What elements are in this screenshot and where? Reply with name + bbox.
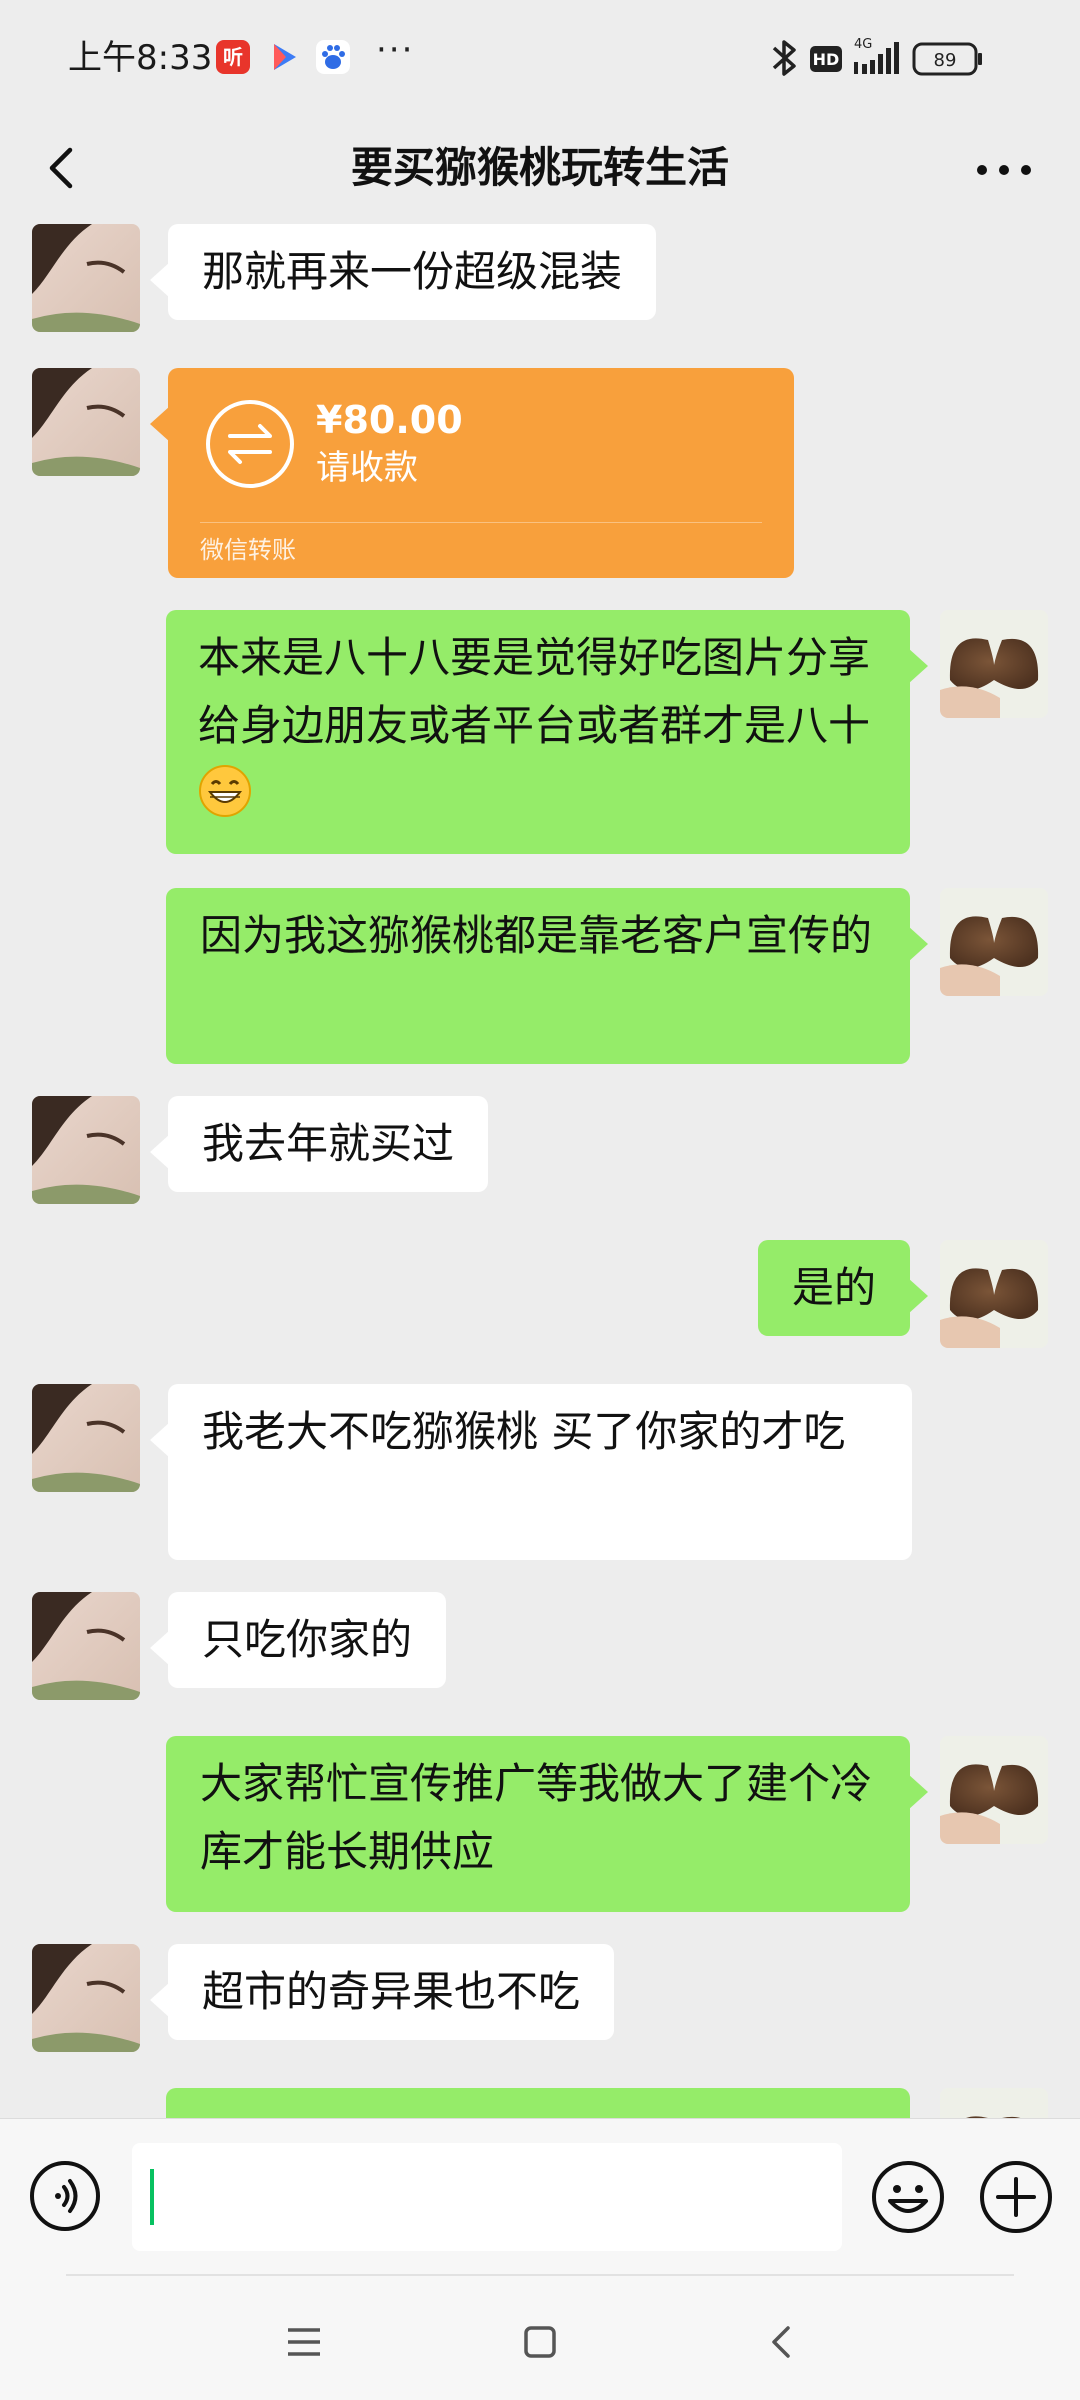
text-caret — [150, 2169, 154, 2225]
message-bubble[interactable]: 因为我这猕猴桃都是靠老客户宣传的 — [166, 888, 928, 1064]
voice-icon[interactable] — [28, 2159, 102, 2233]
contact-avatar[interactable] — [32, 1592, 140, 1700]
bluetooth-icon — [772, 40, 796, 76]
back-nav-icon[interactable] — [752, 2312, 812, 2372]
input-bar — [0, 2118, 1080, 2274]
self-avatar[interactable] — [940, 610, 1048, 718]
nav-divider — [66, 2274, 1014, 2276]
message-bubble[interactable]: 超市的奇异果也不吃 — [149, 1944, 615, 2040]
transfer-divider — [200, 522, 762, 523]
grinning-face-emoji — [199, 765, 251, 817]
self-avatar[interactable] — [940, 888, 1048, 996]
battery-icon: 89 — [912, 42, 982, 76]
transfer-footer: 微信转账 — [200, 536, 296, 564]
transfer-amount: ¥80.00 — [316, 398, 463, 442]
svg-text:89: 89 — [934, 50, 957, 71]
more-icon[interactable] — [964, 132, 1044, 204]
transfer-card[interactable]: ¥80.00 请收款 微信转账 — [150, 368, 794, 578]
status-icons: HD 4G 89 — [772, 37, 982, 76]
self-avatar[interactable] — [940, 2088, 1048, 2118]
title-bar: 要买猕猴桃玩转生活 — [0, 118, 1080, 218]
message-bubble[interactable]: 大家帮忙宣传推广等我做大了建个冷库才能长期供应 — [166, 1736, 928, 1912]
contact-avatar[interactable] — [32, 224, 140, 332]
contact-avatar[interactable] — [32, 1944, 140, 2052]
message-bubble[interactable]: 那就再来一份超级混装 — [149, 224, 657, 320]
emoji-icon[interactable] — [870, 2159, 946, 2235]
message-bubble[interactable]: 我老大不吃猕猴桃 买了你家的才吃 — [150, 1384, 912, 1560]
svg-text:HD: HD — [813, 50, 840, 69]
menu-icon[interactable] — [274, 2312, 334, 2372]
ting-app-icon: 听 — [216, 40, 250, 74]
transfer-label: 请收款 — [316, 448, 418, 488]
message-bubble[interactable]: 只吃你家的 — [149, 1592, 447, 1688]
message-text: 本来是八十八要是觉得好吃图片分享给身边朋友或者平台或者群才是八十 — [198, 633, 871, 750]
message-input[interactable] — [132, 2143, 842, 2251]
message-bubble[interactable]: 本来是八十八要是觉得好吃图片分享给身边朋友或者平台或者群才是八十 — [166, 610, 928, 854]
status-bar: 上午8:33 听 ··· HD 4G 89 — [0, 0, 1080, 118]
transfer-arrows-icon — [206, 400, 294, 488]
contact-avatar[interactable] — [32, 1096, 140, 1204]
system-nav-bar — [0, 2274, 1080, 2400]
plus-icon[interactable] — [978, 2159, 1054, 2235]
baidu-app-icon — [316, 40, 350, 74]
message-bubble[interactable] — [166, 2088, 910, 2118]
chat-title: 要买猕猴桃玩转生活 — [350, 143, 729, 192]
status-time: 上午8:33 — [68, 38, 213, 78]
video-app-icon — [274, 44, 296, 70]
message-list[interactable]: 那就再来一份超级混装 ¥80.00 请收款 微信转账 本来是八十八要是觉得好吃图… — [0, 218, 1080, 2118]
message-bubble[interactable]: 我去年就买过 — [149, 1096, 489, 1192]
home-icon[interactable] — [510, 2312, 570, 2372]
self-avatar[interactable] — [940, 1736, 1048, 1844]
message-bubble[interactable]: 是的 — [757, 1240, 929, 1336]
contact-avatar[interactable] — [32, 368, 140, 476]
contact-avatar[interactable] — [32, 1384, 140, 1492]
self-avatar[interactable] — [940, 1240, 1048, 1348]
status-overflow: ··· — [376, 30, 415, 70]
svg-text:4G: 4G — [854, 37, 872, 52]
